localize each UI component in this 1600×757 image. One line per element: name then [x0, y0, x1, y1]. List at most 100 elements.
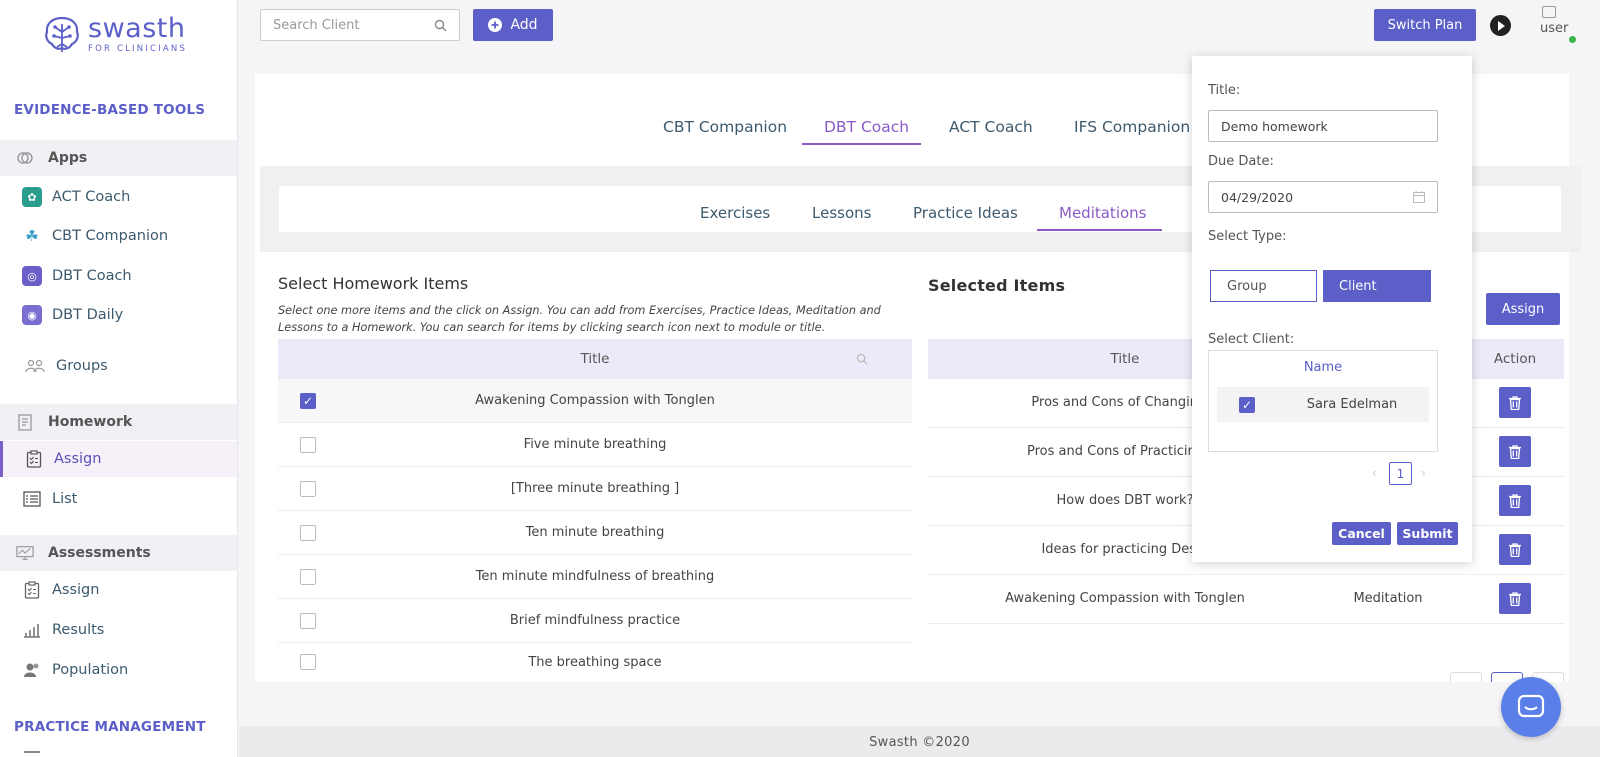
pagination-prev[interactable]	[1450, 672, 1482, 682]
switch-plan-button[interactable]: Switch Plan	[1374, 9, 1476, 41]
row-checkbox[interactable]	[300, 436, 316, 453]
table-row[interactable]: Ten minute breathing	[278, 511, 912, 555]
assign-button[interactable]: Assign	[1486, 293, 1560, 325]
sidebar-group-label: Homework	[48, 414, 133, 430]
delete-button[interactable]	[1499, 583, 1531, 614]
delete-button[interactable]	[1499, 534, 1531, 565]
sidebar-item-homework-assign[interactable]: Assign	[0, 441, 237, 477]
table-row[interactable]: The breathing space	[278, 643, 912, 681]
search-icon[interactable]	[856, 353, 868, 365]
sidebar-item-assessments-results[interactable]: Results	[0, 612, 237, 648]
dbt-coach-icon: ◎	[22, 266, 42, 286]
active-tab-underline	[802, 143, 921, 145]
table-row[interactable]: Five minute breathing	[278, 423, 912, 467]
cbt-companion-icon: ☘	[22, 226, 42, 246]
due-date-input[interactable]: 04/29/2020	[1208, 181, 1438, 213]
tab-dbt-coach[interactable]: DBT Coach	[824, 118, 909, 136]
row-checkbox[interactable]	[300, 612, 316, 629]
tab-practice-ideas[interactable]: Practice Ideas	[913, 204, 1018, 222]
population-icon	[22, 660, 42, 680]
brand-logo[interactable]: swasth FOR CLINICIANS	[42, 14, 187, 56]
tab-ifs-companion[interactable]: IFS Companion	[1074, 118, 1190, 136]
row-checkbox[interactable]	[300, 480, 316, 497]
search-icon[interactable]	[434, 19, 447, 32]
sidebar-item-assessments-assign[interactable]: Assign	[0, 572, 237, 608]
table-row[interactable]: Brief mindfulness practice	[278, 599, 912, 643]
sidebar: swasth FOR CLINICIANS EVIDENCE-BASED TOO…	[0, 0, 238, 757]
active-module-underline	[1037, 229, 1162, 231]
sidebar-group-assessments[interactable]: Assessments	[0, 535, 237, 571]
title-input[interactable]: Demo homework	[1208, 110, 1438, 142]
tab-exercises[interactable]: Exercises	[700, 204, 770, 222]
column-action: Action	[1493, 351, 1537, 367]
add-button-label: Add	[510, 17, 538, 33]
chat-launcher-button[interactable]	[1501, 677, 1561, 737]
table-row[interactable]: Ten minute mindfulness of breathing	[278, 555, 912, 599]
title-input-value: Demo homework	[1221, 118, 1328, 134]
tab-act-coach[interactable]: ACT Coach	[949, 118, 1033, 136]
row-title: Five minute breathing	[523, 437, 667, 452]
sidebar-item-assessments-population[interactable]: Population	[0, 652, 237, 688]
homework-instructions: Select one more items and the click on A…	[278, 304, 881, 334]
row-title: Ten minute mindfulness of breathing	[475, 569, 715, 584]
type-client-button[interactable]: Client	[1323, 270, 1431, 302]
sidebar-next-item-icon	[24, 751, 40, 757]
sidebar-item-label: Population	[52, 662, 129, 678]
table-row[interactable]: ✓ Awakening Compassion with Tonglen	[278, 379, 912, 423]
chevron-right-icon[interactable]: ›	[1421, 466, 1426, 480]
due-date-label: Due Date:	[1208, 154, 1274, 169]
row-type: Meditation	[1353, 591, 1423, 606]
trash-icon	[1509, 493, 1521, 508]
clipboard-icon	[24, 449, 44, 469]
brand-tagline: FOR CLINICIANS	[88, 44, 188, 54]
sidebar-group-label: Assessments	[48, 545, 151, 561]
due-date-value: 04/29/2020	[1221, 189, 1294, 205]
avatar-alt-text: user	[1540, 21, 1569, 36]
sidebar-item-label: Assign	[54, 451, 102, 467]
row-title: Ten minute breathing	[525, 525, 665, 540]
pagination-current-page[interactable]: 1	[1389, 462, 1412, 485]
play-icon[interactable]	[1490, 15, 1511, 36]
tab-cbt-companion[interactable]: CBT Companion	[663, 118, 787, 136]
column-name: Name	[1303, 360, 1343, 375]
sidebar-item-homework-list[interactable]: List	[0, 481, 237, 517]
sidebar-item-label: Assign	[52, 582, 100, 598]
sidebar-item-cbt-companion[interactable]: ☘ CBT Companion	[0, 218, 237, 254]
list-icon	[22, 489, 42, 509]
clipboard-icon	[22, 580, 42, 600]
homework-icon	[16, 413, 34, 431]
sidebar-group-apps[interactable]: Apps	[0, 140, 237, 176]
chevron-left-icon[interactable]: ‹	[1372, 466, 1377, 480]
brain-tree-icon	[45, 16, 79, 52]
sidebar-item-act-coach[interactable]: ✿ ACT Coach	[0, 179, 237, 215]
client-checkbox[interactable]: ✓	[1239, 397, 1255, 413]
submit-button[interactable]: Submit	[1397, 522, 1458, 545]
tab-lessons[interactable]: Lessons	[812, 204, 871, 222]
section-evidence-based-tools: EVIDENCE-BASED TOOLS	[14, 102, 206, 118]
client-row[interactable]: ✓ Sara Edelman	[1217, 387, 1429, 422]
sidebar-item-dbt-daily[interactable]: ◉ DBT Daily	[0, 297, 237, 333]
type-group-button[interactable]: Group	[1210, 270, 1317, 302]
delete-button[interactable]	[1499, 387, 1531, 418]
row-checkbox[interactable]	[300, 568, 316, 585]
calendar-icon[interactable]	[1413, 191, 1425, 203]
add-button[interactable]: Add	[473, 9, 553, 41]
trash-icon	[1509, 542, 1521, 557]
broken-image-icon	[1542, 6, 1556, 18]
row-checkbox[interactable]: ✓	[300, 392, 316, 409]
avatar[interactable]: user	[1540, 6, 1576, 43]
delete-button[interactable]	[1499, 436, 1531, 467]
row-title: The breathing space	[528, 654, 662, 670]
sidebar-item-groups[interactable]: Groups	[0, 348, 237, 384]
row-checkbox[interactable]	[300, 524, 316, 541]
sidebar-item-dbt-coach[interactable]: ◎ DBT Coach	[0, 258, 237, 294]
tab-meditations[interactable]: Meditations	[1059, 204, 1146, 222]
delete-button[interactable]	[1499, 485, 1531, 516]
search-client-input[interactable]: Search Client	[260, 9, 460, 41]
trash-icon	[1509, 591, 1521, 606]
table-row[interactable]: [Three minute breathing ]	[278, 467, 912, 511]
row-checkbox[interactable]	[300, 654, 316, 670]
sidebar-group-homework[interactable]: Homework	[0, 404, 237, 440]
homework-table-header: Title	[278, 339, 912, 379]
cancel-button[interactable]: Cancel	[1332, 522, 1391, 545]
